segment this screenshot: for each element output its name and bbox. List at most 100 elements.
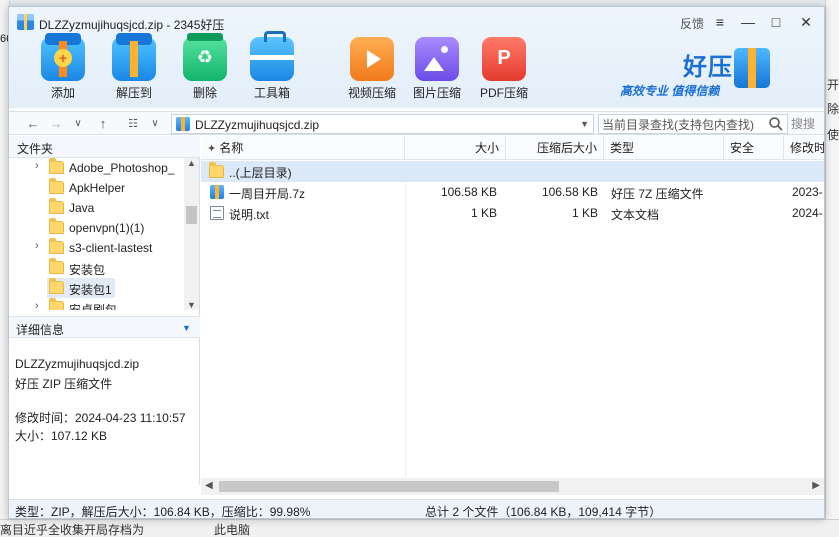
- desktop-background-bottom: 离目近乎全收集开局存档为 此电脑: [0, 519, 839, 537]
- table-row[interactable]: 一周目开局.7z 106.58 KB 106.58 KB 好压 7Z 压缩文件 …: [201, 182, 824, 203]
- tree-item[interactable]: Java: [9, 198, 184, 218]
- collapse-arrow-icon[interactable]: ▼: [182, 323, 191, 333]
- view-dropdown-icon[interactable]: ∨: [146, 115, 164, 133]
- file-name: 一周目开局.7z: [229, 187, 306, 201]
- tree-item-label: s3-client-lastest: [69, 241, 153, 255]
- column-packed-size[interactable]: 压缩后大小: [506, 136, 604, 160]
- add-label: 添加: [50, 86, 75, 100]
- folder-tree-title: 文件夹: [17, 142, 54, 156]
- column-type[interactable]: 类型: [604, 136, 724, 160]
- table-row[interactable]: ..(上层目录): [201, 161, 824, 182]
- tree-item[interactable]: 安装包: [9, 258, 184, 278]
- file-name: ..(上层目录): [229, 166, 292, 180]
- address-path: DLZZyzmujihuqsjcd.zip: [195, 118, 320, 132]
- desktop-text: 离目近乎全收集开局存档为: [0, 523, 145, 537]
- add-archive-icon: +: [41, 33, 85, 81]
- search-input[interactable]: [602, 117, 762, 132]
- tree-item-label: Java: [69, 201, 95, 215]
- expand-arrow-icon[interactable]: ›: [35, 300, 39, 310]
- address-dropdown-icon[interactable]: ▼: [580, 119, 589, 129]
- view-mode-icon[interactable]: ☷: [124, 115, 142, 133]
- delete-label: 删除: [192, 86, 217, 100]
- extract-button[interactable]: 解压到: [104, 33, 164, 101]
- tree-scrollbar[interactable]: ▲ ▼: [184, 158, 199, 310]
- back-arrow-icon[interactable]: ←: [24, 115, 42, 133]
- text-file-icon: [210, 206, 224, 220]
- detail-filename: DLZZyzmujihuqsjcd.zip: [15, 357, 140, 371]
- close-icon[interactable]: ✕: [795, 12, 817, 32]
- desktop-text: 使: [826, 128, 839, 142]
- folder-icon: [49, 218, 64, 234]
- video-play-icon: [350, 37, 394, 81]
- folder-icon: [49, 198, 64, 214]
- file-packed-size: 106.58 KB: [541, 185, 598, 199]
- column-name[interactable]: ✦ 名称: [201, 136, 405, 160]
- horizontal-scrollbar[interactable]: ◀ ▶: [201, 478, 824, 495]
- folder-icon: [49, 278, 64, 294]
- scroll-thumb[interactable]: [219, 481, 559, 492]
- image-compress-button[interactable]: 图片压缩: [407, 37, 467, 101]
- column-name-label: 名称: [219, 141, 244, 155]
- image-picture-icon: [415, 37, 459, 81]
- tree-item-label: openvpn(1)(1): [69, 221, 145, 235]
- file-name: 说明.txt: [229, 208, 270, 222]
- scroll-up-icon[interactable]: ▲: [187, 158, 196, 168]
- delete-button[interactable]: ♻ 删除: [175, 33, 235, 101]
- tree-item-label: Adobe_Photoshop_: [69, 161, 175, 175]
- file-packed-size: 1 KB: [571, 206, 598, 220]
- detail-size: 大小：107.12 KB: [15, 429, 108, 443]
- scroll-thumb[interactable]: [186, 206, 197, 224]
- recycle-bin-icon: ♻: [183, 33, 227, 81]
- tree-item[interactable]: ApkHelper: [9, 178, 184, 198]
- tree-item-selected[interactable]: 安装包1: [47, 278, 115, 298]
- video-compress-button[interactable]: 视频压缩: [342, 37, 402, 101]
- up-level-icon[interactable]: ↑: [94, 115, 112, 133]
- desktop-background-right: 开 除 使: [825, 0, 839, 537]
- maximize-icon[interactable]: □: [765, 12, 787, 32]
- tree-item[interactable]: › s3-client-lastest: [9, 238, 184, 258]
- toolbox-icon: [250, 31, 294, 81]
- file-modified: 2023-: [792, 185, 823, 199]
- pdf-compress-button[interactable]: P PDF压缩: [474, 37, 534, 101]
- folder-icon: [209, 162, 224, 178]
- scroll-left-icon[interactable]: ◀: [205, 480, 213, 491]
- toolbox-label: 工具箱: [253, 86, 290, 100]
- menu-icon[interactable]: ≡: [709, 12, 731, 32]
- extract-label: 解压到: [115, 86, 152, 100]
- window-title: DLZZyzmujihuqsjcd.zip - 2345好压: [39, 18, 225, 32]
- brand-slogan: 高效专业 值得信赖: [620, 84, 720, 98]
- scroll-down-icon[interactable]: ▼: [187, 300, 196, 310]
- tree-item-label: 安装包: [69, 263, 106, 277]
- forward-arrow-icon[interactable]: →: [47, 115, 65, 133]
- file-list: ✦ 名称 大小 压缩后大小 类型 安全 修改时 ..(上层目录) 一周目开局.7…: [201, 136, 824, 495]
- expand-arrow-icon[interactable]: ›: [35, 240, 39, 252]
- search-icon[interactable]: [768, 116, 784, 132]
- add-button[interactable]: + 添加: [33, 33, 93, 101]
- scroll-right-icon[interactable]: ▶: [812, 480, 820, 491]
- tree-item[interactable]: › 安卓刷包: [9, 298, 184, 310]
- status-left: 类型：ZIP，解压后大小：106.84 KB，压缩比：99.98%: [15, 505, 311, 519]
- sort-up-icon: ✦: [207, 143, 220, 155]
- tree-item-label: 安卓刷包: [69, 303, 118, 310]
- status-bar: 类型：ZIP，解压后大小：106.84 KB，压缩比：99.98% 总计 2 个…: [9, 499, 824, 519]
- folder-icon: [49, 178, 64, 194]
- column-security[interactable]: 安全: [724, 136, 784, 160]
- folder-icon: [49, 238, 64, 254]
- toolbox-button[interactable]: 工具箱: [242, 31, 302, 101]
- feedback-link[interactable]: 反馈: [680, 15, 704, 32]
- search-button[interactable]: 搜搜: [791, 115, 815, 132]
- expand-arrow-icon[interactable]: ›: [35, 160, 39, 172]
- column-modified[interactable]: 修改时: [784, 136, 824, 160]
- tree-item[interactable]: openvpn(1)(1): [9, 218, 184, 238]
- minimize-icon[interactable]: —: [737, 12, 759, 32]
- detail-modified: 修改时间：2024-04-23 11:10:57: [15, 411, 186, 425]
- address-field[interactable]: DLZZyzmujihuqsjcd.zip ▼: [171, 114, 594, 134]
- table-row[interactable]: 说明.txt 1 KB 1 KB 文本文档 2024-: [201, 203, 824, 224]
- zip-file-icon: [176, 117, 190, 131]
- search-field[interactable]: [598, 114, 788, 134]
- column-size[interactable]: 大小: [405, 136, 506, 160]
- haozip-window: DLZZyzmujihuqsjcd.zip - 2345好压 反馈 ≡ — □ …: [8, 6, 825, 519]
- history-dropdown-icon[interactable]: ∨: [69, 115, 87, 133]
- details-header[interactable]: 详细信息 ▼: [9, 316, 200, 338]
- tree-item[interactable]: › Adobe_Photoshop_: [9, 158, 184, 178]
